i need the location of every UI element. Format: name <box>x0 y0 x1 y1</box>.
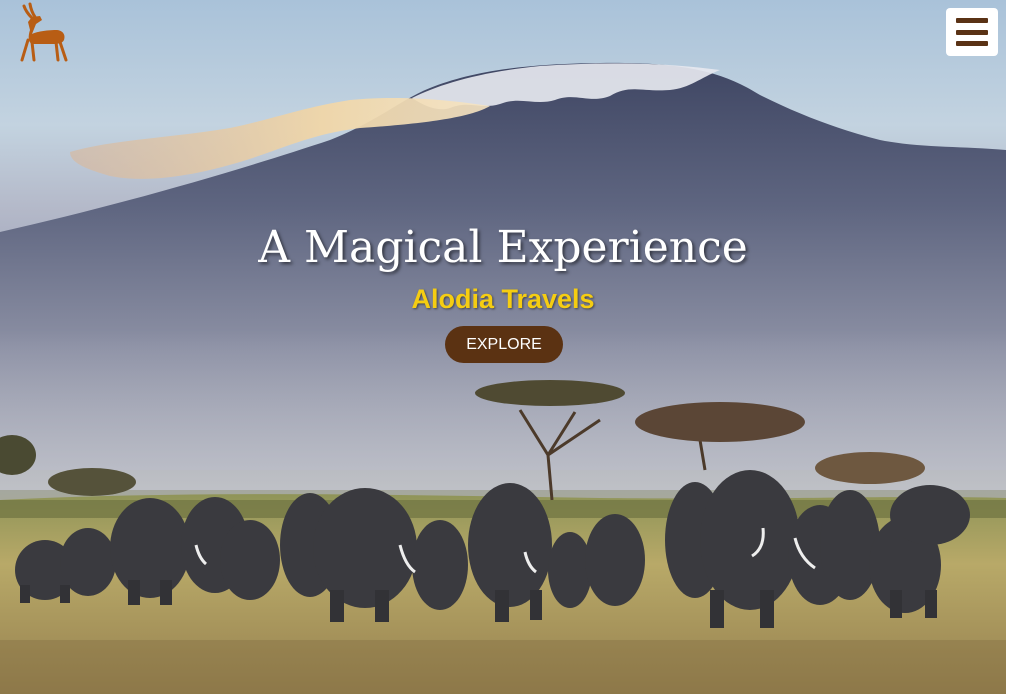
hamburger-menu-icon-bar-2 <box>956 29 988 35</box>
hero-section: A Magical Experience Alodia Travels EXPL… <box>0 0 1006 694</box>
hamburger-menu-icon-bar-3 <box>956 41 988 46</box>
logo-link[interactable] <box>16 2 70 64</box>
explore-button[interactable]: EXPLORE <box>445 326 563 363</box>
hamburger-menu-icon <box>956 18 988 23</box>
menu-button[interactable] <box>946 8 998 56</box>
acacia-canopy-3 <box>815 452 925 484</box>
ground-shadow <box>0 640 1006 694</box>
page-edge <box>1006 0 1010 694</box>
gazelle-icon <box>20 2 68 62</box>
acacia-canopy-2 <box>635 402 805 442</box>
hero-title: A Magical Experience <box>258 222 748 273</box>
acacia-canopy-5 <box>48 468 136 496</box>
elephant-herd <box>15 470 970 613</box>
hero-subtitle: Alodia Travels <box>411 284 595 314</box>
acacia-canopy <box>475 380 625 406</box>
